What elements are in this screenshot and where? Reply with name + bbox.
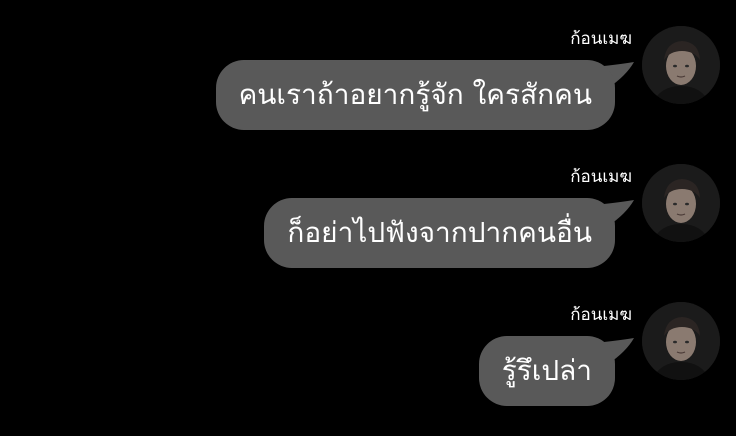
sender-avatar[interactable]: [642, 26, 720, 104]
message-bubble[interactable]: รู้รึเปล่า: [478, 336, 615, 406]
chat-thread: ก้อนเมฆ คนเราถ้าอยากรู้จัก ใครสักคน ก้อน…: [0, 0, 736, 436]
message-bubble[interactable]: ก็อย่าไปฟังจากปากคนอื่น: [264, 198, 615, 268]
sender-avatar[interactable]: [642, 302, 720, 380]
message-bubble[interactable]: คนเราถ้าอยากรู้จัก ใครสักคน: [215, 60, 615, 130]
sender-avatar[interactable]: [642, 164, 720, 242]
sender-name: ก้อนเมฆ: [570, 305, 632, 325]
profile-photo-icon: [642, 26, 720, 104]
sender-name: ก้อนเมฆ: [570, 29, 632, 49]
profile-photo-icon: [642, 302, 720, 380]
profile-photo-icon: [642, 164, 720, 242]
sender-name: ก้อนเมฆ: [570, 167, 632, 187]
